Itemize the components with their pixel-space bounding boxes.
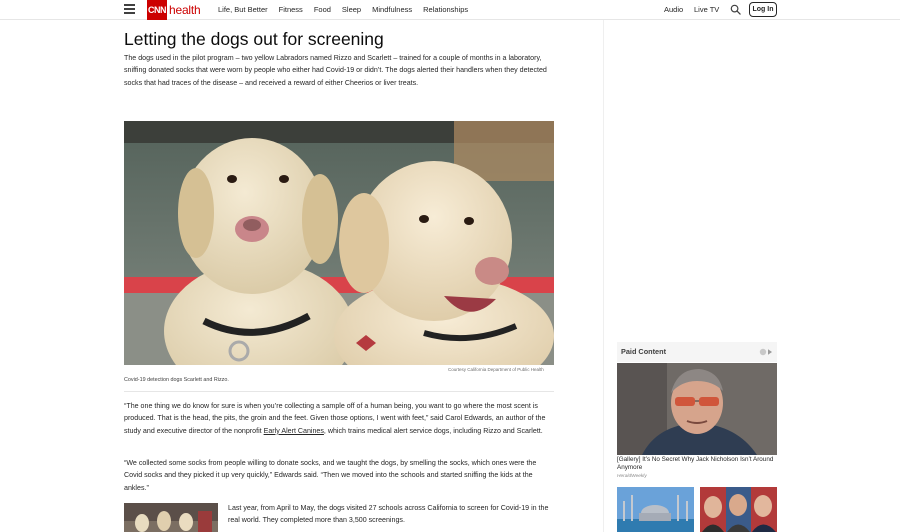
dogs-hero-image	[124, 121, 554, 365]
dogs-school-thumbnail[interactable]	[124, 503, 218, 532]
adchoices-icon[interactable]	[759, 348, 773, 356]
nav-item-life-but-better[interactable]: Life, But Better	[218, 5, 268, 14]
login-button[interactable]: Log In	[749, 2, 777, 17]
audio-link[interactable]: Audio	[664, 5, 683, 14]
live-tv-link[interactable]: Live TV	[694, 5, 719, 14]
sponsored-image-actor[interactable]	[617, 363, 777, 455]
nav-item-relationships[interactable]: Relationships	[423, 5, 468, 14]
sponsored-image-people[interactable]	[700, 487, 777, 532]
top-navigation-bar: CNN health Life, But Better Fitness Food…	[0, 0, 900, 20]
sponsored-image-mosque[interactable]	[617, 487, 694, 532]
paragraph-2-text-b: , which trains medical alert service dog…	[323, 426, 543, 435]
article-paragraph-3: “We collected some socks from people wil…	[124, 459, 537, 492]
article-headline: Letting the dogs out for screening	[124, 29, 384, 49]
cnn-health-logo[interactable]: CNN health	[147, 0, 201, 20]
paid-content-header: Paid Content	[617, 342, 777, 362]
article-paragraph-1: The dogs used in the pilot program – two…	[124, 54, 547, 87]
caption-divider	[124, 391, 554, 392]
rail-divider	[603, 20, 604, 532]
nav-item-sleep[interactable]: Sleep	[342, 5, 361, 14]
image-credit: Courtesy California Department of Public…	[448, 367, 544, 372]
article-paragraph-4: Last year, from April to May, the dogs v…	[228, 504, 549, 525]
sponsored-source: HeraldWeekly	[617, 474, 647, 479]
health-logo-word: health	[169, 3, 201, 17]
paid-content-title: Paid Content	[621, 347, 666, 356]
image-caption: Covid-19 detection dogs Scarlett and Riz…	[124, 377, 229, 383]
nav-item-mindfulness[interactable]: Mindfulness	[372, 5, 412, 14]
early-alert-canines-link[interactable]: Early Alert Canines	[264, 427, 324, 435]
nav-item-fitness[interactable]: Fitness	[279, 5, 303, 14]
hamburger-menu-icon[interactable]	[124, 4, 135, 15]
cnn-logo-box: CNN	[147, 0, 167, 20]
nav-item-food[interactable]: Food	[314, 5, 331, 14]
section-nav: Life, But Better Fitness Food Sleep Mind…	[218, 5, 479, 14]
article-paragraph-2: “The one thing we do know for sure is wh…	[124, 400, 554, 437]
sponsored-headline[interactable]: [Gallery] It’s No Secret Why Jack Nichol…	[617, 456, 777, 472]
search-icon[interactable]	[730, 4, 741, 15]
